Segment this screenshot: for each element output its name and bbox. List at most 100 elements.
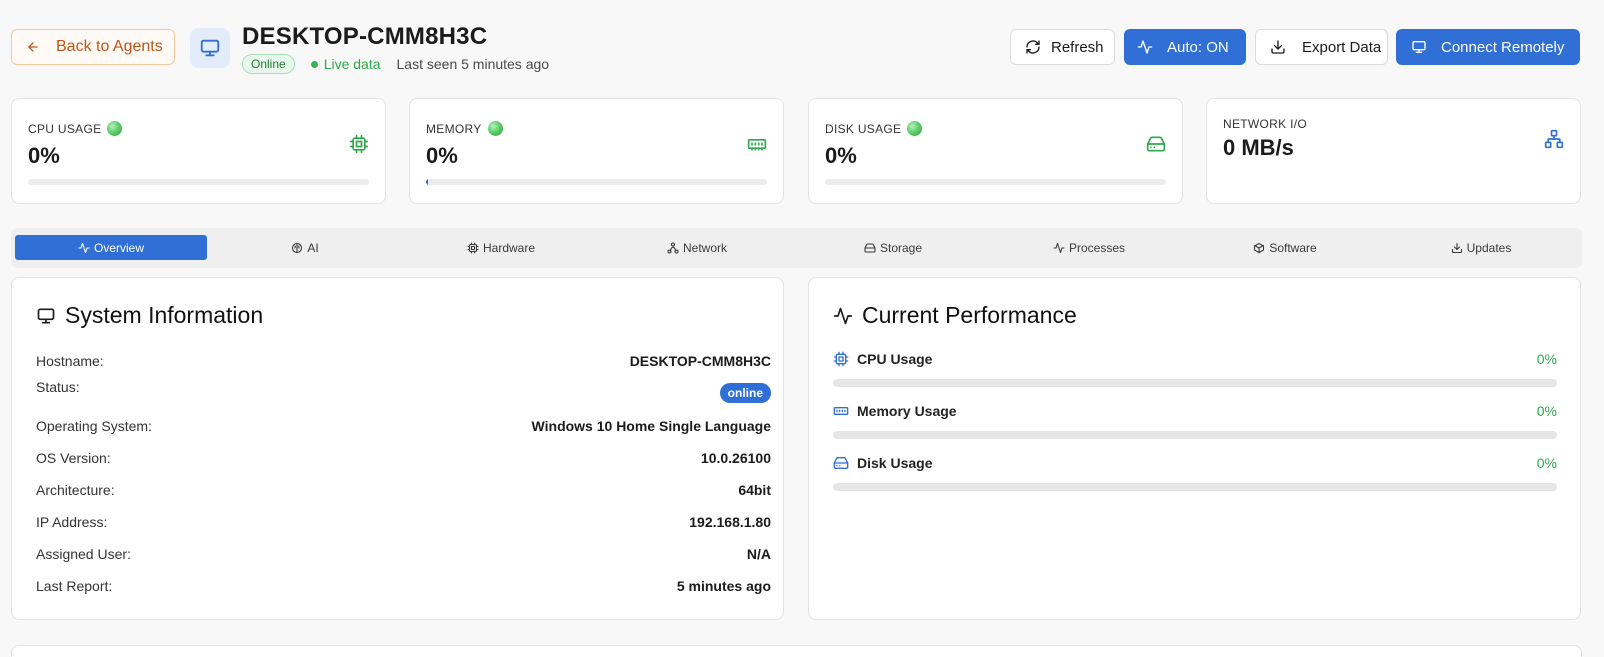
network-icon [1544,129,1564,149]
status-badge: Online [242,54,295,74]
perf-value: 0% [1536,351,1557,367]
tab-label: Processes [1068,240,1126,255]
tab-hardware[interactable]: Hardware [403,235,599,260]
perf-label: Disk Usage [857,455,933,471]
info-key: Last Report: [36,578,113,594]
tab-storage[interactable]: Storage [795,235,991,260]
progress-fill [426,179,428,185]
info-value: N/A [746,546,771,562]
info-row-assigned-user: Assigned User: N/A [36,544,771,564]
info-row-last-report: Last Report: 5 minutes ago [36,576,771,596]
info-value: Windows 10 Home Single Language [531,418,771,434]
memory-icon [747,134,767,154]
activity-icon [833,306,853,326]
tab-software[interactable]: Software [1187,235,1383,260]
info-key: Architecture: [36,482,115,498]
brain-icon [291,242,303,254]
info-row-status: Status: online [36,379,771,403]
refresh-icon [1025,39,1041,55]
status-sphere-icon [107,121,123,136]
perf-item-memory: Memory Usage 0% [833,401,1557,439]
hard-drive-icon [864,242,876,254]
auto-refresh-label: Auto: ON [1167,38,1229,56]
perf-label: CPU Usage [857,351,933,367]
tab-bar: Overview AI Hardware Network Storage Pro… [11,228,1582,268]
memory-progress [426,179,767,185]
tab-network[interactable]: Network [599,235,795,260]
package-icon [1253,242,1265,254]
info-value: 192.168.1.80 [689,514,771,530]
info-key: Operating System: [36,418,152,434]
hard-drive-icon [833,455,849,471]
current-performance-panel: Current Performance CPU Usage 0% Memory … [808,277,1581,620]
back-to-agents-button[interactable]: Back to Agents [11,29,175,65]
hard-drive-icon [1146,134,1166,154]
page-header: Back to Agents DESKTOP-CMM8H3C Online Li… [0,0,1604,92]
activity-icon [1053,242,1065,254]
status-pill: online [719,383,771,403]
cpu-icon [833,351,849,367]
tab-label: Storage [879,240,923,255]
metric-label: DISK USAGE [825,121,902,136]
tab-label: Overview [93,240,144,255]
info-value: 10.0.26100 [700,450,771,466]
arrow-left-icon [26,40,40,54]
perf-item-cpu: CPU Usage 0% [833,349,1557,387]
cpu-usage-label-row: CPU USAGE [28,121,123,136]
info-row-os-version: OS Version: 10.0.26100 [36,448,771,468]
network-io-card: NETWORK I/O 0 MB/s [1206,98,1581,204]
tab-label: Updates [1466,240,1512,255]
network-io-label-row: NETWORK I/O [1223,117,1307,131]
info-key: IP Address: [36,514,108,530]
metric-value: 0% [28,143,60,168]
refresh-label: Refresh [1051,38,1104,56]
tab-overview[interactable]: Overview [15,235,207,260]
auto-refresh-toggle[interactable]: Auto: ON [1124,29,1246,65]
monitor-icon [199,37,221,59]
cpu-usage-progress [28,179,369,185]
tab-label: AI [307,240,319,255]
metric-label: NETWORK I/O [1223,117,1307,131]
download-icon [1270,39,1286,55]
tab-ai[interactable]: AI [207,235,403,260]
perf-value: 0% [1536,403,1557,419]
metric-label: MEMORY [426,121,482,136]
perf-progress [833,483,1557,491]
memory-icon [833,403,849,419]
live-data-indicator: Live data [310,56,381,72]
memory-label-row: MEMORY [426,121,503,136]
bottom-panel [11,645,1582,657]
status-row: Online Live data Last seen 5 minutes ago [242,54,549,74]
network-icon [667,241,679,254]
tab-updates[interactable]: Updates [1383,235,1579,260]
panel-title: Current Performance [833,302,1077,329]
cpu-usage-card: CPU USAGE 0% [11,98,386,204]
last-seen-text: Last seen 5 minutes ago [396,56,550,72]
disk-usage-progress [825,179,1166,185]
cpu-icon [467,241,479,254]
connect-remotely-button[interactable]: Connect Remotely [1396,29,1580,65]
download-icon [1451,242,1463,254]
info-row-architecture: Architecture: 64bit [36,480,771,500]
refresh-button[interactable]: Refresh [1010,29,1115,65]
monitor-icon [36,306,56,326]
perf-progress [833,431,1557,439]
info-key: Hostname: [36,353,104,369]
perf-progress [833,379,1557,387]
perf-name: Memory Usage [833,403,957,419]
status-sphere-icon [907,121,923,136]
metric-value: 0% [426,143,458,168]
live-data-label: Live data [323,56,381,72]
info-key: OS Version: [36,450,111,466]
metric-value: 0 MB/s [1223,135,1294,160]
perf-label: Memory Usage [857,403,957,419]
info-key: Status: [36,379,80,395]
device-avatar [190,28,230,68]
info-value: 5 minutes ago [676,578,771,594]
info-row-ip-address: IP Address: 192.168.1.80 [36,512,771,532]
tab-processes[interactable]: Processes [991,235,1187,260]
metric-label: CPU USAGE [28,121,102,136]
live-dot-icon [310,60,318,68]
info-key: Assigned User: [36,546,131,562]
export-data-button[interactable]: Export Data [1255,29,1388,65]
